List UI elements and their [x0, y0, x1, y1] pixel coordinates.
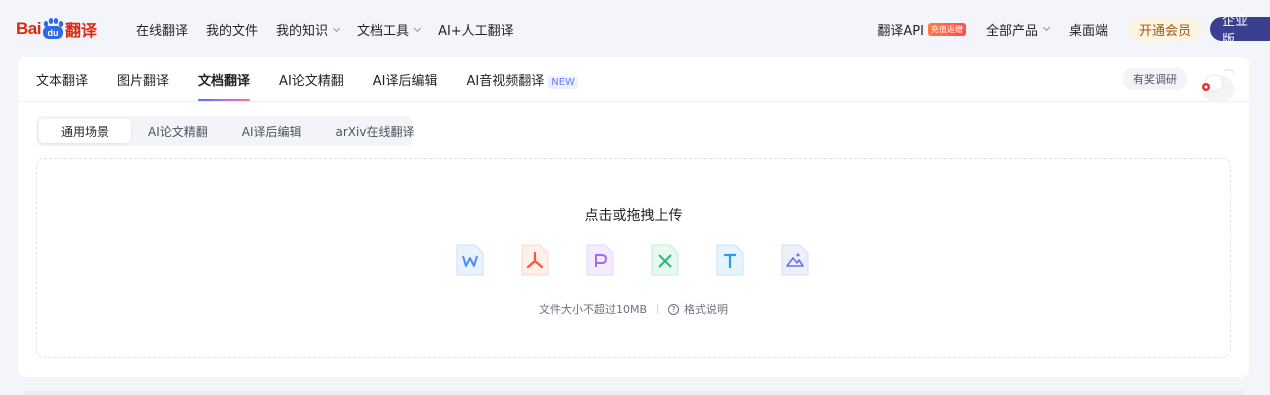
image-file-icon: [781, 244, 809, 276]
tab-image-translate[interactable]: 图片翻译: [117, 70, 169, 101]
desktop-label: 桌面端: [1068, 23, 1108, 39]
tab-ai-post-edit[interactable]: AI译后编辑: [373, 70, 438, 101]
file-type-icons: [455, 243, 845, 277]
api-label: 翻译API: [877, 23, 924, 39]
format-help-label: 格式说明: [684, 303, 729, 316]
chevron-down-icon: [414, 24, 422, 32]
promo-badge: 充值返赠: [927, 22, 966, 36]
all-products-menu[interactable]: 全部产品: [985, 20, 1051, 39]
subtab-general[interactable]: 通用场景: [39, 119, 132, 143]
nav-label: 文档工具: [357, 24, 410, 39]
format-help-link[interactable]: ? 格式说明: [668, 301, 728, 317]
subtab-arxiv[interactable]: arXiv在线翻译: [319, 119, 432, 143]
nav-online-translate[interactable]: 在线翻译: [136, 20, 188, 39]
hint-separator: [657, 304, 659, 314]
upload-hint: 文件大小不超过10MB ? 格式说明: [37, 301, 1230, 317]
file-upload-dropzone[interactable]: 点击或拖拽上传 文件大小不超过10MB ? 格式说明: [36, 158, 1231, 358]
right-nav: 翻译API 充值返赠 全部产品 桌面端 开通会员 企业版: [877, 14, 1270, 48]
word-file-icon: [456, 244, 484, 276]
upload-title: 点击或拖拽上传: [584, 208, 683, 224]
nav-doc-tools[interactable]: 文档工具: [357, 20, 422, 39]
tab-label: AI译后编辑: [372, 74, 438, 89]
baidu-fanyi-logo[interactable]: Bai du 翻译: [16, 14, 97, 44]
tab-ai-av-translate[interactable]: AI音视频翻译 NEW: [467, 70, 578, 101]
mode-tabs: 文本翻译 图片翻译 文档翻译 AI论文精翻 AI译后编辑 AI音视频翻译 NEW: [36, 70, 607, 101]
subtab-ai-paper[interactable]: AI论文精翻: [131, 119, 225, 143]
tab-label: AI音视频翻译: [466, 74, 545, 89]
chevron-down-icon: [1042, 23, 1051, 32]
chevron-down-icon: [333, 24, 341, 32]
nav-label: 我的文件: [206, 24, 259, 39]
logo-text-bai: Bai: [16, 19, 41, 38]
open-vip-button[interactable]: 开通会员: [1127, 17, 1202, 41]
ppt-file-icon: [586, 244, 614, 276]
nav-label: 我的知识: [276, 24, 329, 39]
tab-ai-paper[interactable]: AI论文精翻: [279, 70, 344, 101]
top-navigation-bar: Bai du 翻译 在线翻译 我的文件 我的知识 文档工具 AI+人工翻译 翻译…: [0, 0, 1270, 58]
mascot-icon[interactable]: [1196, 63, 1240, 103]
tab-label: 图片翻译: [117, 74, 170, 89]
nav-my-files[interactable]: 我的文件: [206, 20, 258, 39]
tab-text-translate[interactable]: 文本翻译: [36, 70, 88, 101]
new-badge: NEW: [548, 76, 578, 89]
logo-text-du: du: [47, 28, 58, 38]
translate-card: 文本翻译 图片翻译 文档翻译 AI论文精翻 AI译后编辑 AI音视频翻译 NEW …: [18, 57, 1249, 377]
survey-button[interactable]: 有奖调研: [1123, 68, 1187, 90]
desktop-app-link[interactable]: 桌面端: [1069, 20, 1108, 39]
subtab-ai-post-edit[interactable]: AI译后编辑: [225, 119, 319, 143]
nav-my-knowledge[interactable]: 我的知识: [276, 20, 341, 39]
tab-document-translate[interactable]: 文档翻译: [198, 70, 251, 101]
tab-label: 文本翻译: [36, 74, 89, 89]
enterprise-button[interactable]: 企业版: [1210, 14, 1270, 48]
nav-ai-human-translate[interactable]: AI+人工翻译: [438, 20, 514, 39]
excel-file-icon: [651, 244, 679, 276]
translate-api-link[interactable]: 翻译API 充值返赠: [877, 20, 966, 39]
tab-divider: [18, 101, 1249, 102]
question-icon: ?: [668, 303, 680, 315]
logo-text-fanyi: 翻译: [64, 21, 97, 40]
products-label: 全部产品: [985, 23, 1038, 39]
size-hint: 文件大小不超过10MB: [538, 303, 648, 316]
bottom-strip: [24, 391, 1244, 395]
text-file-icon: [716, 244, 744, 276]
pdf-file-icon: [521, 244, 549, 276]
nav-label: 在线翻译: [136, 24, 189, 39]
tab-label: 文档翻译: [198, 74, 251, 89]
main-nav: 在线翻译 我的文件 我的知识 文档工具 AI+人工翻译: [136, 20, 532, 39]
tab-label: AI论文精翻: [279, 74, 344, 89]
nav-label: AI+人工翻译: [438, 24, 514, 39]
scenario-subtabs: 通用场景 AI论文精翻 AI译后编辑 arXiv在线翻译: [36, 116, 414, 146]
paw-logo-icon: du: [42, 18, 64, 39]
